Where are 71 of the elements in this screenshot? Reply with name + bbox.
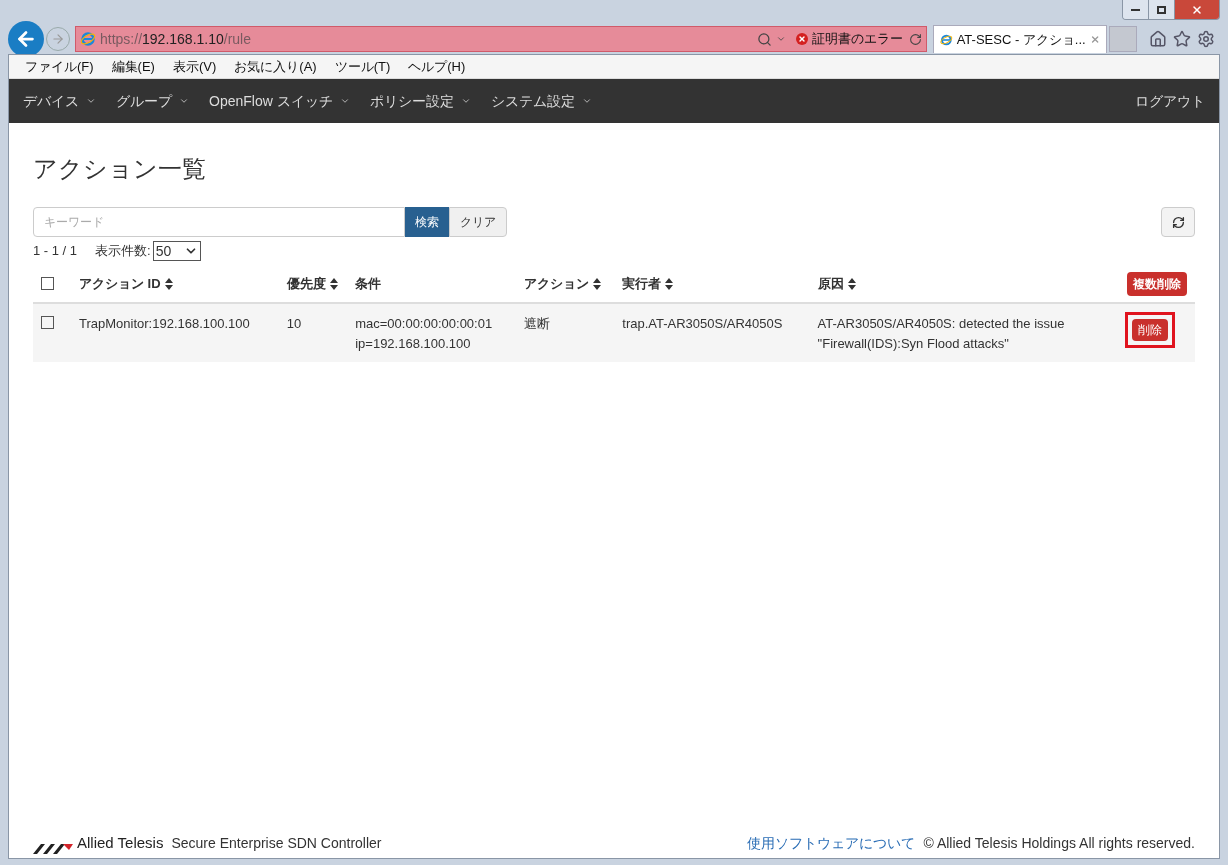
table-cell-text: TrapMonitor:192.168.100.100 xyxy=(79,315,251,333)
sort-icon[interactable] xyxy=(847,278,856,291)
refresh-button[interactable] xyxy=(1161,207,1195,237)
browser-logo-icon xyxy=(80,31,96,47)
menu-item[interactable]: お気に入り(A) xyxy=(234,56,317,77)
nav-menu[interactable]: ポリシー設定 xyxy=(369,90,471,112)
product-name: Secure Enterprise SDN Controller xyxy=(171,834,382,853)
nav-menu[interactable]: デバイス xyxy=(23,90,96,112)
result-range: 1 - 1 / 1 xyxy=(33,242,78,261)
nav-menu[interactable]: OpenFlow スイッチ xyxy=(209,90,350,112)
caret-icon xyxy=(339,96,350,106)
table-cell-text: mac=00:00:00:00:00:01 ip=192.168.100.100 xyxy=(355,315,494,353)
column-header[interactable]: アクション ID xyxy=(79,275,161,291)
refresh-icon xyxy=(1171,215,1185,229)
address-bar[interactable]: https://192.168.1.10/rule 証明書のエラー xyxy=(75,26,927,52)
certificate-error-text[interactable]: 証明書のエラー xyxy=(812,29,903,49)
search-icon xyxy=(757,31,772,47)
forward-arrow-icon xyxy=(51,32,65,46)
maximize-button[interactable] xyxy=(1149,0,1175,19)
menu-item[interactable]: 表示(V) xyxy=(172,56,217,77)
column-header[interactable]: 原因 xyxy=(817,275,844,291)
bulk-delete-button[interactable]: 複数削除 xyxy=(1127,271,1187,296)
page-size-label: 表示件数: xyxy=(95,242,151,261)
table-cell-text: AT-AR3050S/AR4050S: detected the issue "Firewall(IDS):Syn Flood attacks" xyxy=(817,315,1066,353)
close-tab-icon xyxy=(1089,33,1100,46)
menu-item[interactable]: ファイル(F) xyxy=(25,56,94,77)
caret-icon xyxy=(776,34,786,44)
page-size-select[interactable]: 50 xyxy=(152,241,201,261)
back-button[interactable] xyxy=(8,21,44,57)
menu-item[interactable]: 編集(E) xyxy=(111,56,155,77)
sort-icon[interactable] xyxy=(164,278,173,291)
table-cell-text: 遮断 xyxy=(523,315,551,333)
caret-icon xyxy=(460,96,471,106)
brand-name: Allied Telesis xyxy=(77,832,164,853)
copyright-text: © Allied Telesis Holdings All rights reserved. xyxy=(923,834,1195,853)
nav-menu[interactable]: グループ xyxy=(116,90,189,112)
software-info-link[interactable]: 使用ソフトウェアについて xyxy=(747,833,916,854)
home-icon xyxy=(1149,30,1167,48)
table-cell-text: 10 xyxy=(286,315,303,333)
clear-button[interactable]: クリア xyxy=(449,207,507,237)
keyword-field[interactable]: キーワード xyxy=(33,207,405,237)
star-icon xyxy=(1173,30,1191,48)
sort-icon[interactable] xyxy=(665,278,674,291)
row-checkbox[interactable] xyxy=(41,316,54,329)
delete-button[interactable]: 削除 xyxy=(1132,319,1168,341)
error-shield-icon xyxy=(796,33,808,45)
sort-icon[interactable] xyxy=(592,278,601,291)
tab-title: AT-SESC - アクショ... xyxy=(956,30,1086,49)
menu-item[interactable]: ヘルプ(H) xyxy=(408,56,466,77)
column-header[interactable]: 実行者 xyxy=(622,275,662,291)
refresh-icon xyxy=(909,32,922,46)
brand-logo-icon xyxy=(33,842,73,854)
column-header[interactable]: 優先度 xyxy=(286,275,326,291)
settings-icon xyxy=(1197,30,1215,48)
minimize-button[interactable] xyxy=(1123,0,1149,19)
browser-tab[interactable]: AT-SESC - アクショ... xyxy=(933,25,1107,53)
caret-icon xyxy=(581,96,592,106)
table-cell-text: trap.AT-AR3050S/AR4050S xyxy=(622,315,784,333)
column-header[interactable]: 条件 xyxy=(355,275,382,291)
column-header[interactable]: アクション xyxy=(523,275,589,291)
menu-item[interactable]: ツール(T) xyxy=(334,56,391,77)
logout-link[interactable]: ログアウト xyxy=(1135,90,1205,112)
caret-icon xyxy=(86,96,96,106)
sort-icon[interactable] xyxy=(329,278,338,291)
search-button[interactable]: 検索 xyxy=(405,207,449,237)
page-title: アクション一覧 xyxy=(33,154,207,184)
select-all-checkbox[interactable] xyxy=(41,277,54,290)
close-icon xyxy=(1191,3,1203,16)
caret-icon xyxy=(179,96,189,106)
nav-menu[interactable]: システム設定 xyxy=(490,90,592,112)
url-text: https://192.168.1.10/rule xyxy=(100,29,251,49)
